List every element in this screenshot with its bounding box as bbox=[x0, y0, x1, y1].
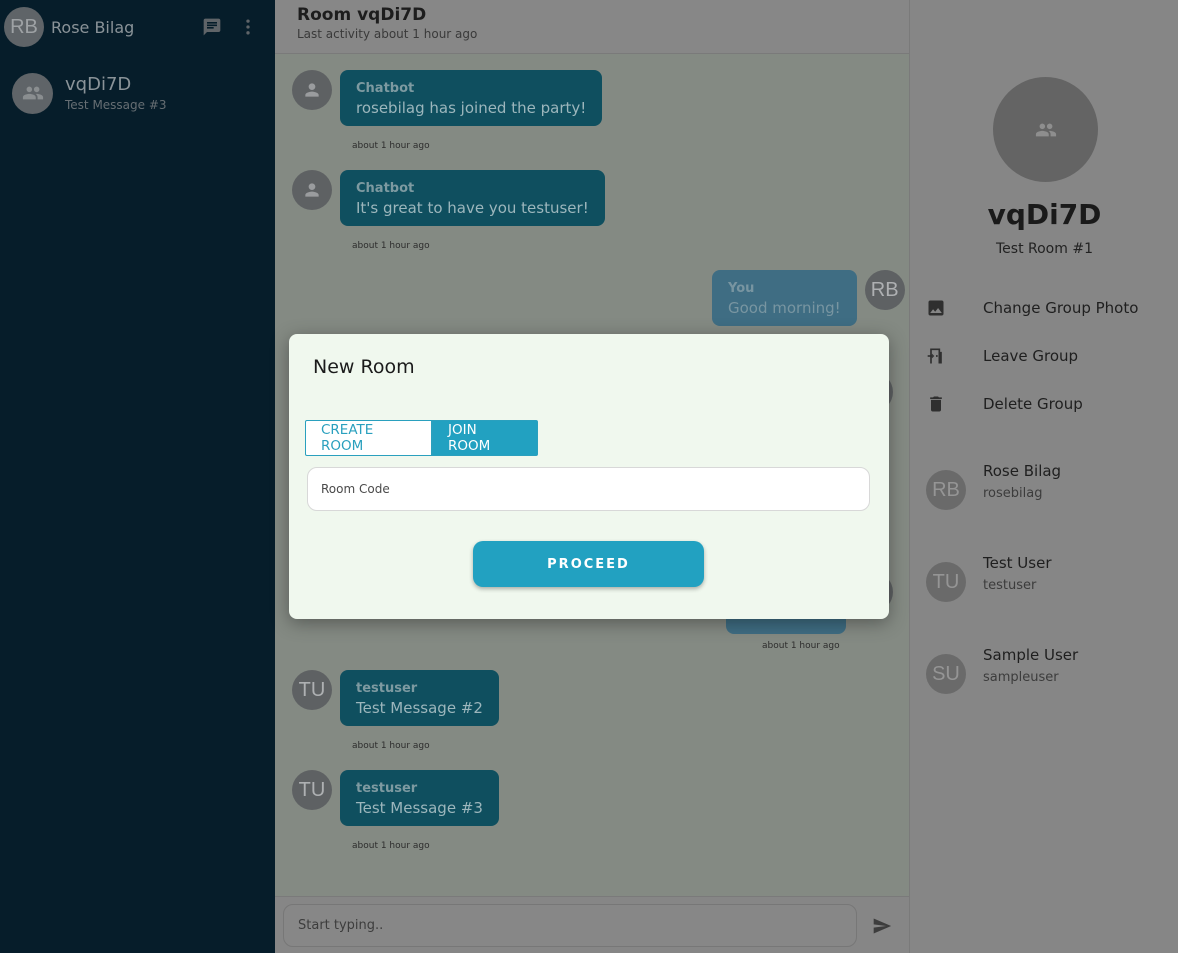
group-icon bbox=[993, 77, 1098, 182]
message: TU testuser Test Message #2 bbox=[292, 670, 499, 726]
room-info-panel: vqDi7D Test Room #1 Change Group Photo L… bbox=[909, 0, 1178, 953]
dialog-title: New Room bbox=[313, 356, 415, 378]
member-name: Sample User bbox=[983, 646, 1079, 664]
message-input[interactable] bbox=[283, 904, 857, 947]
room-mode-toggle: CREATE ROOM JOIN ROOM bbox=[305, 420, 538, 456]
person-icon bbox=[292, 70, 332, 110]
message-bubble: Chatbot It's great to have you testuser! bbox=[340, 170, 605, 226]
room-code-input[interactable] bbox=[307, 467, 870, 511]
proceed-button[interactable]: PROCEED bbox=[473, 541, 704, 587]
message-text: Test Message #3 bbox=[356, 799, 483, 817]
sidebar-header: RB Rose Bilag bbox=[0, 0, 275, 54]
member-username: testuser bbox=[983, 578, 1037, 593]
message-bubble: You Good morning! bbox=[712, 270, 857, 326]
new-chat-icon[interactable] bbox=[199, 14, 225, 40]
avatar: TU bbox=[292, 770, 332, 810]
message-text: Test Message #2 bbox=[356, 699, 483, 717]
member-username: sampleuser bbox=[983, 670, 1059, 685]
group-icon bbox=[12, 72, 53, 114]
message-sender: testuser bbox=[356, 781, 418, 796]
avatar: SU bbox=[926, 654, 966, 694]
room-last-message: Test Message #3 bbox=[65, 98, 167, 112]
chat-header: Room vqDi7D Last activity about 1 hour a… bbox=[275, 0, 909, 54]
group-description: Test Room #1 bbox=[996, 241, 1093, 257]
message-bubble: testuser Test Message #2 bbox=[340, 670, 499, 726]
avatar: RB bbox=[864, 270, 905, 310]
avatar: TU bbox=[292, 670, 332, 710]
message-text: rosebilag has joined the party! bbox=[356, 99, 587, 117]
door-exit-icon bbox=[927, 348, 942, 364]
message: TU testuser Test Message #3 bbox=[292, 770, 499, 826]
message-text: Good morning! bbox=[728, 299, 841, 317]
join-room-tab[interactable]: JOIN ROOM bbox=[432, 420, 538, 456]
message-time: about 1 hour ago bbox=[762, 641, 840, 651]
user-name: Rose Bilag bbox=[51, 17, 135, 37]
member-name: Test User bbox=[983, 554, 1052, 572]
message-time: about 1 hour ago bbox=[352, 741, 430, 751]
sidebar: RB Rose Bilag vqDi7D Test Message #3 bbox=[0, 0, 275, 953]
create-room-tab[interactable]: CREATE ROOM bbox=[305, 420, 432, 456]
message-own: You Good morning! RB bbox=[712, 270, 905, 326]
chat-subtitle: Last activity about 1 hour ago bbox=[297, 27, 478, 41]
member-username: rosebilag bbox=[983, 486, 1043, 501]
message-bubble: testuser Test Message #3 bbox=[340, 770, 499, 826]
user-avatar[interactable]: RB bbox=[4, 7, 44, 47]
leave-group-button[interactable]: Leave Group bbox=[926, 346, 1078, 366]
chat-title: Room vqDi7D bbox=[297, 5, 427, 25]
avatar: RB bbox=[926, 470, 966, 510]
message-bubble: Chatbot rosebilag has joined the party! bbox=[340, 70, 603, 126]
group-name: vqDi7D bbox=[987, 198, 1102, 231]
avatar: TU bbox=[926, 562, 966, 602]
member-item[interactable]: TU Test User testuser bbox=[926, 554, 1052, 602]
message-sender: Chatbot bbox=[356, 81, 415, 96]
message-sender: You bbox=[728, 281, 755, 296]
member-item[interactable]: SU Sample User sampleuser bbox=[926, 646, 1078, 694]
message-sender: Chatbot bbox=[356, 181, 415, 196]
member-name: Rose Bilag bbox=[983, 462, 1062, 480]
room-list-item[interactable]: vqDi7D Test Message #3 bbox=[0, 54, 275, 132]
room-name: vqDi7D bbox=[65, 74, 132, 95]
member-item[interactable]: RB Rose Bilag rosebilag bbox=[926, 462, 1061, 510]
action-label: Leave Group bbox=[983, 347, 1079, 365]
person-icon bbox=[292, 170, 332, 210]
action-label: Change Group Photo bbox=[983, 299, 1139, 317]
message-sender: testuser bbox=[356, 681, 418, 696]
message: Chatbot rosebilag has joined the party! bbox=[292, 70, 603, 126]
delete-group-button[interactable]: Delete Group bbox=[926, 394, 1083, 414]
message-time: about 1 hour ago bbox=[352, 841, 430, 851]
message-time: about 1 hour ago bbox=[352, 141, 430, 151]
new-room-dialog: New Room CREATE ROOM JOIN ROOM PROCEED bbox=[289, 334, 889, 619]
composer bbox=[275, 896, 909, 953]
image-icon bbox=[928, 300, 944, 316]
message-time: about 1 hour ago bbox=[352, 241, 430, 251]
message-text: It's great to have you testuser! bbox=[356, 199, 589, 217]
send-icon[interactable] bbox=[869, 913, 895, 939]
more-vert-icon[interactable] bbox=[235, 14, 261, 40]
message: Chatbot It's great to have you testuser! bbox=[292, 170, 605, 226]
action-label: Delete Group bbox=[983, 395, 1083, 413]
change-group-photo-button[interactable]: Change Group Photo bbox=[926, 298, 1138, 318]
trash-icon bbox=[930, 396, 942, 412]
